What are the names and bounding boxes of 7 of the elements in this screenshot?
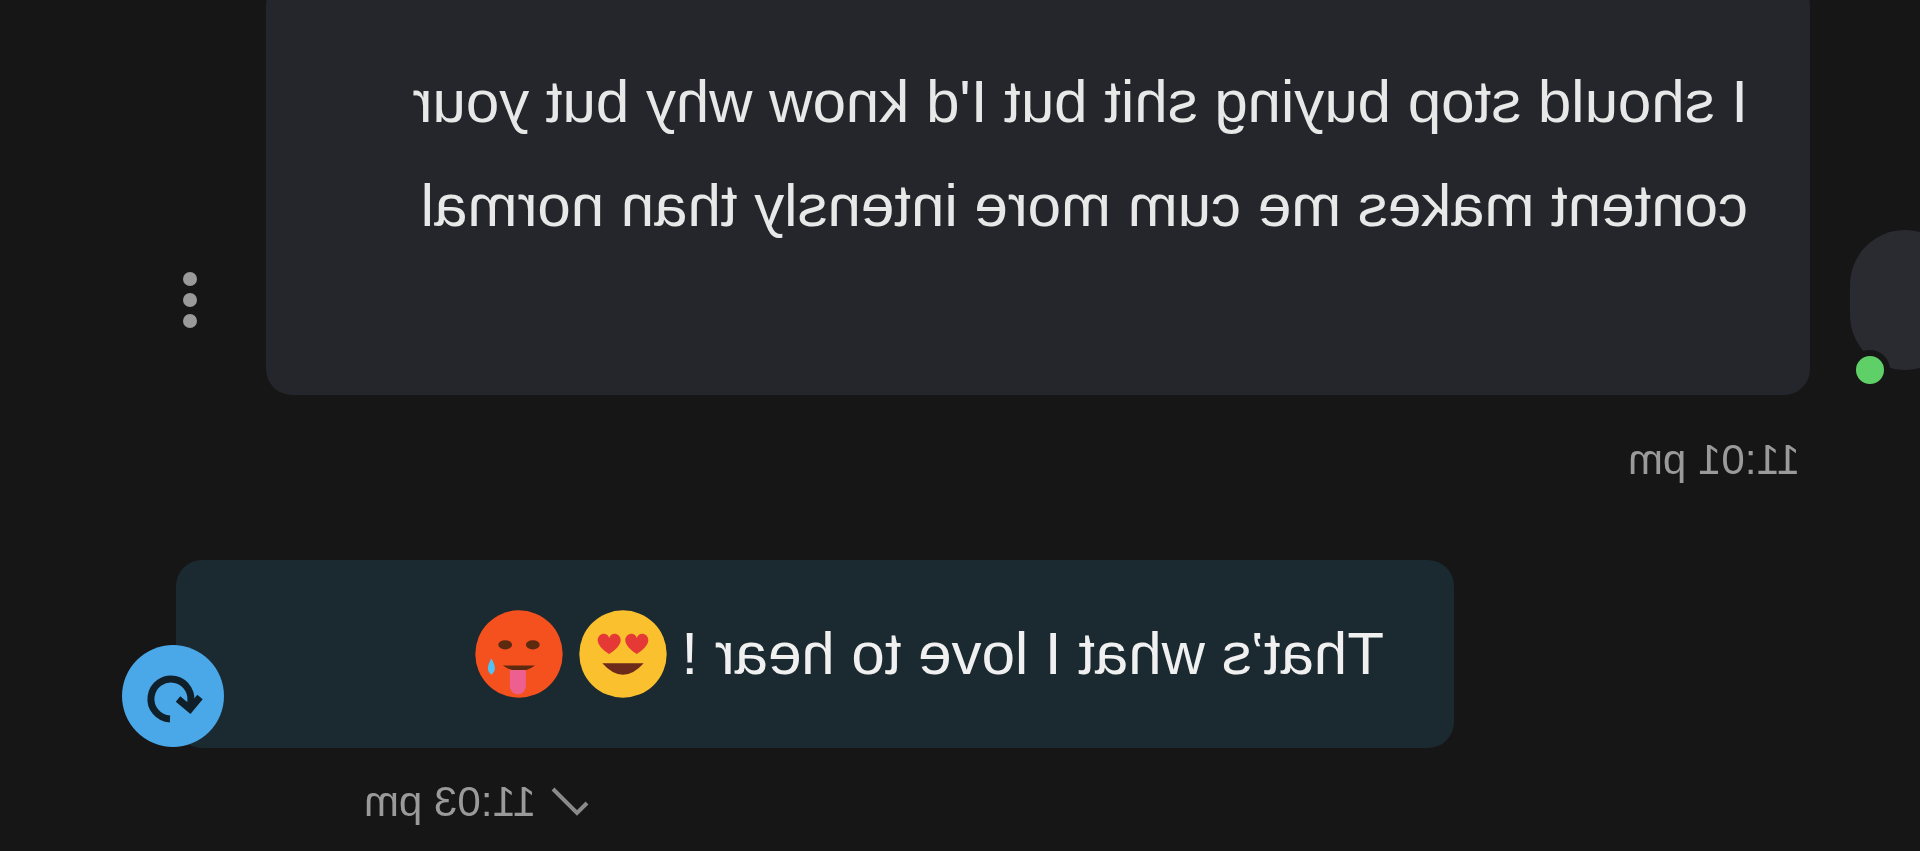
flushed-sweat-emoji-icon bbox=[473, 608, 566, 700]
heart-eyes-emoji-icon bbox=[577, 608, 670, 700]
reply-icon[interactable] bbox=[122, 645, 224, 747]
message-time: 11:03 pm bbox=[364, 777, 536, 827]
message-text: That’s what I love to hear ! bbox=[681, 619, 1384, 689]
message-time: 11:01 pm bbox=[1628, 435, 1800, 485]
message-text: I should stop buying shit but I'd know why but your content makes me cum more intensly than normal bbox=[411, 67, 1748, 241]
